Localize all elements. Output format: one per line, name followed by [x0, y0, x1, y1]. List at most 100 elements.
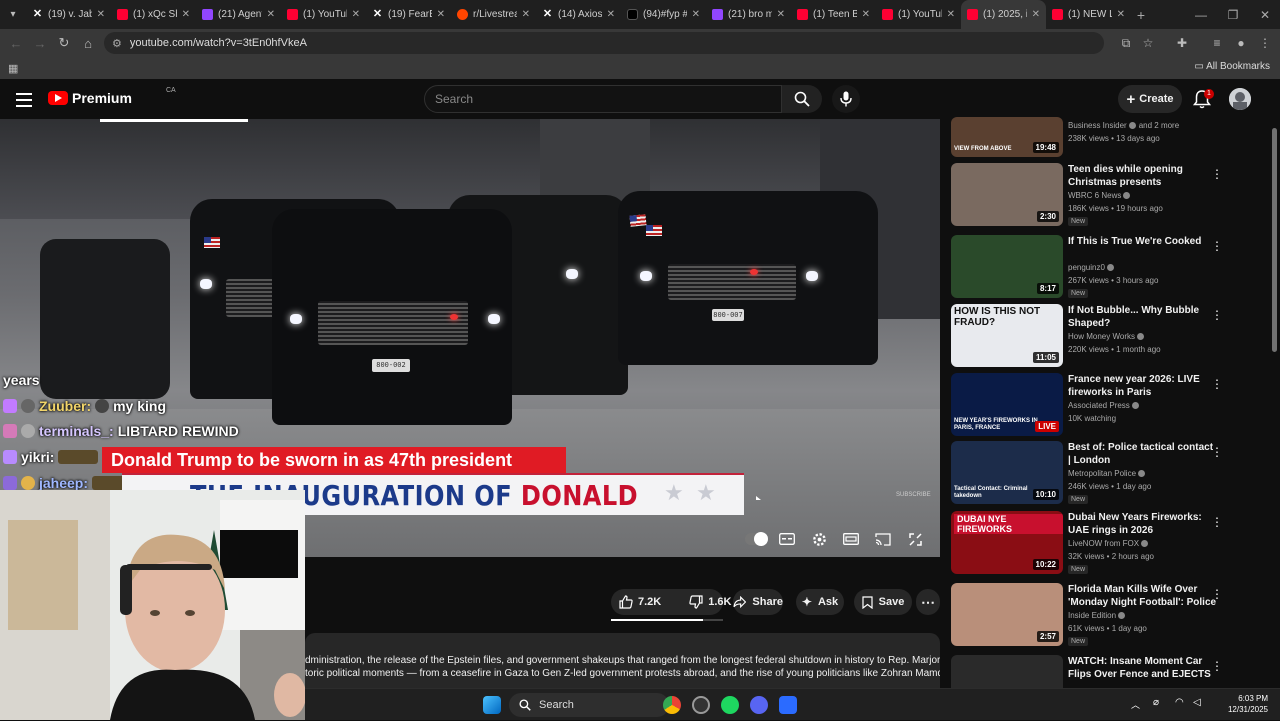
tab-close-icon[interactable]: ✕ [947, 9, 955, 20]
chrome-icon[interactable] [663, 696, 681, 714]
more-actions-button[interactable]: ⋯ [916, 589, 940, 615]
video-menu-icon[interactable]: ⋮ [1211, 515, 1223, 529]
video-thumbnail[interactable]: HOW IS THIS NOT FRAUD? 11:05 [951, 304, 1063, 367]
recommended-video[interactable]: NEW YEAR'S FIREWORKS IN PARIS, FRANCE LIV… [951, 373, 1271, 439]
tab-close-icon[interactable]: ✕ [777, 9, 785, 20]
tab-close-icon[interactable]: ✕ [692, 9, 700, 20]
miniplayer-icon[interactable] [840, 530, 862, 548]
tab-close-icon[interactable]: ✕ [607, 9, 615, 20]
create-button[interactable]: + Create [1118, 85, 1182, 113]
video-title[interactable]: If This is True We're Cooked [1068, 235, 1218, 248]
video-title[interactable]: Teen dies while opening Christmas presen… [1068, 163, 1218, 189]
video-thumbnail[interactable]: 2:30 [951, 163, 1063, 226]
channel-name[interactable]: Business Insider and 2 more [1068, 121, 1179, 130]
volume-icon[interactable]: ◁ [1193, 697, 1201, 708]
search-button[interactable] [782, 85, 822, 113]
media-controls-icon[interactable]: ≡ [1208, 34, 1226, 52]
tray-icon[interactable]: ⌀ [1153, 697, 1159, 708]
share-button[interactable]: Share [733, 589, 783, 615]
cast-icon[interactable] [872, 530, 894, 548]
tab-close-icon[interactable]: ✕ [267, 9, 275, 20]
search-input[interactable]: Search [424, 85, 782, 113]
close-window-icon[interactable]: ✕ [1249, 0, 1280, 29]
discord-icon[interactable] [750, 696, 768, 714]
browser-tab[interactable]: (1) YouTub ✕ [281, 0, 366, 29]
video-thumbnail[interactable]: NEW YEAR'S FIREWORKS IN PARIS, FRANCE LIV… [951, 373, 1063, 436]
home-icon[interactable]: ⌂ [76, 36, 100, 51]
restore-icon[interactable]: ❐ [1217, 0, 1249, 29]
install-app-icon[interactable]: ⧉ [1117, 34, 1135, 52]
channel-name[interactable]: LiveNOW from FOX [1068, 539, 1149, 548]
browser-tab[interactable]: (1) YouTub ✕ [876, 0, 961, 29]
video-thumbnail[interactable]: Tactical Contact: Criminal takedown 10:10 [951, 441, 1063, 504]
browser-tab[interactable]: (1) xQc Sh ✕ [111, 0, 196, 29]
tab-close-icon[interactable]: ✕ [862, 9, 870, 20]
channel-name[interactable]: Metropolitan Police [1068, 469, 1146, 478]
video-title[interactable]: France new year 2026: LIVE fireworks in … [1068, 373, 1218, 399]
account-avatar[interactable] [1229, 88, 1251, 110]
url-bar[interactable]: ⚙ youtube.com/watch?v=3tEn0hfVkeA [104, 32, 1104, 54]
tab-close-icon[interactable]: ✕ [352, 9, 360, 20]
save-button[interactable]: Save [854, 589, 912, 615]
video-progress-bar[interactable] [100, 119, 248, 122]
tab-close-icon[interactable]: ✕ [182, 9, 190, 20]
like-button[interactable]: 7.2K [619, 595, 661, 609]
channel-name[interactable]: Associated Press [1068, 401, 1139, 410]
forward-icon[interactable]: → [28, 36, 52, 51]
tab-close-icon[interactable]: ✕ [437, 9, 445, 20]
video-menu-icon[interactable]: ⋮ [1211, 377, 1223, 391]
video-menu-icon[interactable]: ⋮ [1211, 445, 1223, 459]
new-tab-button[interactable]: + [1131, 7, 1151, 23]
video-thumbnail[interactable]: DUBAI NYE FIREWORKS 10:22 [951, 511, 1063, 574]
recommended-video[interactable]: 8:17 If This is True We're Cooked penguinz… [951, 235, 1271, 301]
browser-tab[interactable]: ✕ (14) Axios ✕ [536, 0, 621, 29]
channel-name[interactable]: WBRC 6 News [1068, 191, 1131, 200]
hamburger-menu-icon[interactable] [16, 89, 32, 109]
video-menu-icon[interactable]: ⋮ [1211, 167, 1223, 181]
recommended-video[interactable]: HOW IS THIS NOT FRAUD? 11:05 If Not Bubble… [951, 304, 1271, 370]
video-menu-icon[interactable]: ⋮ [1211, 308, 1223, 322]
browser-tab[interactable]: (1) NEW L ✕ [1046, 0, 1131, 29]
recommended-video[interactable]: 2:30 Teen dies while opening Christmas pr… [951, 163, 1271, 229]
browser-menu-icon[interactable]: ⋮ [1256, 34, 1274, 52]
autoplay-toggle[interactable] [745, 532, 768, 546]
extensions-icon[interactable]: ✚ [1173, 34, 1191, 52]
bookmark-star-icon[interactable]: ☆ [1139, 34, 1157, 52]
tab-close-icon[interactable]: ✕ [1032, 9, 1040, 20]
tab-close-icon[interactable]: ✕ [97, 9, 105, 20]
browser-tab[interactable]: (21) bro m ✕ [706, 0, 791, 29]
voice-search-button[interactable] [832, 85, 860, 113]
minimize-icon[interactable]: — [1185, 0, 1217, 29]
recommended-video[interactable]: DUBAI NYE FIREWORKS 10:22 Dubai New Years … [951, 511, 1271, 577]
channel-name[interactable]: penguinz0 [1068, 263, 1114, 272]
captions-icon[interactable] [776, 530, 798, 548]
browser-tab[interactable]: r/Livestrea ✕ [451, 0, 536, 29]
tab-search-icon[interactable]: ▾ [0, 0, 26, 29]
video-title[interactable]: If Not Bubble... Why Bubble Shaped? [1068, 304, 1218, 330]
profile-icon[interactable]: ● [1232, 34, 1250, 52]
reload-icon[interactable]: ↻ [52, 35, 76, 51]
all-bookmarks-button[interactable]: ▭ All Bookmarks [1194, 61, 1270, 72]
app-icon[interactable] [779, 696, 797, 714]
browser-tab[interactable]: ✕ (19) FearB ✕ [366, 0, 451, 29]
site-info-icon[interactable]: ⚙ [112, 37, 122, 50]
channel-name[interactable]: Inside Edition [1068, 611, 1126, 620]
video-menu-icon[interactable]: ⋮ [1211, 587, 1223, 601]
video-menu-icon[interactable]: ⋮ [1211, 659, 1223, 673]
youtube-logo[interactable]: Premium CA [48, 87, 176, 106]
spotify-icon[interactable] [721, 696, 739, 714]
tab-close-icon[interactable]: ✕ [522, 9, 530, 20]
tab-close-icon[interactable]: ✕ [1117, 9, 1125, 20]
recommended-video[interactable]: Tactical Contact: Criminal takedown 10:10… [951, 441, 1271, 507]
system-clock[interactable]: 6:03 PM 12/31/2025 [1228, 693, 1268, 715]
ask-button[interactable]: ✦ Ask [796, 589, 844, 615]
apps-grid-icon[interactable]: ▦ [8, 62, 18, 75]
steam-icon[interactable] [692, 696, 710, 714]
back-icon[interactable]: ← [4, 36, 28, 51]
windows-start-icon[interactable] [483, 696, 501, 714]
browser-tab[interactable]: (1) Teen B ✕ [791, 0, 876, 29]
wifi-icon[interactable]: ◠ [1175, 697, 1184, 708]
video-thumbnail[interactable]: 2:57 [951, 583, 1063, 646]
video-menu-icon[interactable]: ⋮ [1211, 239, 1223, 253]
settings-gear-icon[interactable] [808, 530, 830, 548]
